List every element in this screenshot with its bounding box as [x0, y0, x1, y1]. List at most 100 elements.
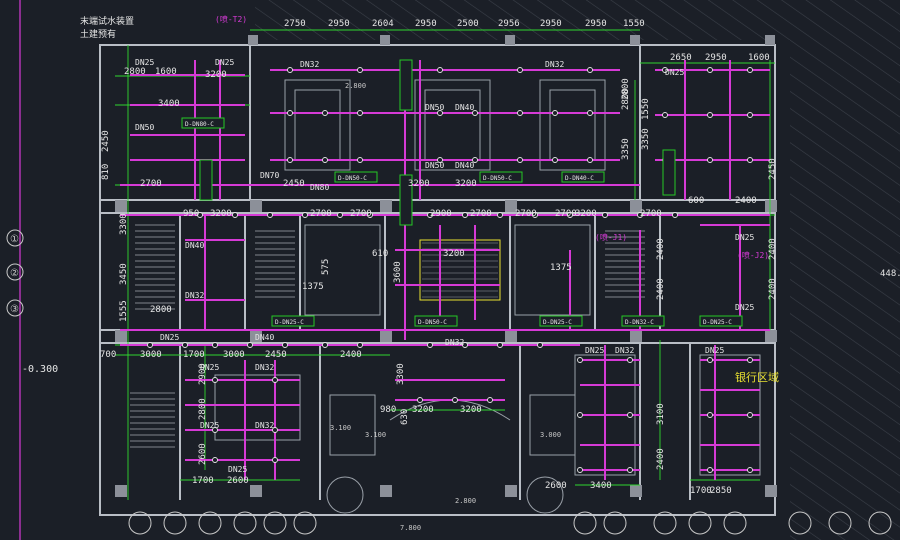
right-col-dim-5: 2400: [735, 196, 757, 206]
top-dim-3: 2604: [372, 19, 394, 29]
right-col-dim-3: 3350: [641, 128, 651, 150]
pipe-label-dn25-k: DN25: [735, 303, 754, 312]
pipe-label-dn50-c: DN50: [135, 123, 154, 132]
left-row-dim-16: 2400: [340, 350, 362, 360]
tag-5: D-DN25-C: [275, 319, 304, 326]
right-col-dim-12: 2400: [656, 448, 666, 470]
left-row-dim-10: 3000: [140, 350, 162, 360]
grid-marker-1: ①: [10, 234, 19, 245]
left-row-dim-3: 3200: [205, 70, 227, 80]
left-row-dim-2: 1600: [155, 67, 177, 77]
left-row-dim-5: 2700: [140, 179, 162, 189]
right-col-dim-14: 3400: [590, 481, 612, 491]
top-dim-6: 2956: [498, 19, 520, 29]
top-dim-7: 2950: [540, 19, 562, 29]
tag-7: D-DN25-C: [543, 319, 572, 326]
top-dim-4: 2950: [415, 19, 437, 29]
pipe-label-dn32-e: DN32: [255, 421, 274, 430]
ref-t2: (喷-T2): [215, 14, 247, 24]
mid-dim-2: 2700: [350, 209, 372, 219]
right-col-dim-11: 3100: [656, 403, 666, 425]
left-col-dim-4: 3450: [119, 263, 129, 285]
pipe-label-dn25-b: DN25: [215, 58, 234, 67]
pipe-label-dn25-f: DN25: [228, 465, 247, 474]
left-row-dim-7: 2700: [310, 209, 332, 219]
left-row-dim-14: 2600: [227, 476, 249, 486]
right-col-dim-16: 2600: [545, 481, 567, 491]
pipe-label-dn40-d: DN40: [255, 333, 274, 342]
right-col-dim-8: 2400: [656, 278, 666, 300]
elev-mark-2: 3.100: [365, 431, 386, 439]
core-dim-9: 3200: [412, 405, 434, 415]
pipe-label-dn25-j: DN25: [735, 233, 754, 242]
core-dim-10: 3200: [460, 405, 482, 415]
pipe-label-dn32-b: DN32: [545, 60, 564, 69]
pipe-label-dn50-a: DN50: [425, 103, 444, 112]
right-col-dim-15: 1700: [690, 486, 712, 496]
stairs-left-2: [255, 230, 295, 300]
pipe-label-dn25-g: DN25: [585, 346, 604, 355]
right-col-dim-13: 2850: [710, 486, 732, 496]
left-col-dim-2: 810: [101, 164, 111, 180]
core-dim-3: 610: [372, 249, 388, 259]
left-col-dim-5: 1555: [119, 300, 129, 322]
left-row-dim-12: 3000: [223, 350, 245, 360]
hatch-top: [255, 0, 900, 40]
mid-dim-9: 3200: [575, 209, 597, 219]
tag-4: D-DN40-C: [565, 175, 594, 182]
elev-mark-1: 3.100: [330, 424, 351, 432]
core-dim-2: 575: [321, 259, 331, 275]
mid-dim-5: 2700: [515, 209, 537, 219]
pipe-label-dn25-a: DN25: [135, 58, 154, 67]
stairs-left: [135, 220, 175, 310]
zone-label: 银行区域: [735, 370, 779, 384]
top-dim-1: 2750: [284, 19, 306, 29]
left-row-dim-8: 3200: [210, 209, 232, 219]
pipe-label-dn32-d: DN32: [255, 363, 274, 372]
left-row-dim-9: 2800: [150, 305, 172, 315]
right-ref-label: 448.1: [880, 269, 900, 279]
left-row-dim-15: 2450: [265, 350, 287, 360]
tag-9: D-DN25-C: [703, 319, 732, 326]
left-col-dim-6: 700: [100, 350, 116, 360]
pipe-label-dn25-e: DN25: [200, 421, 219, 430]
ref-j2: (喷-J2): [737, 250, 769, 260]
elev-mark-5: 7.800: [400, 524, 421, 532]
pipe-label-dn80: DN80: [310, 183, 329, 192]
left-col-dim-9: 2600: [198, 443, 208, 465]
elev-mark-4: 2.800: [455, 497, 476, 505]
stairs-lower: [130, 390, 175, 450]
grid-marker-3: ③: [10, 304, 19, 315]
pipe-label-dn25-c: DN25: [160, 333, 179, 342]
elev-mark-3: 3.000: [540, 431, 561, 439]
pipe-label-dn32-c: DN32: [185, 291, 204, 300]
mid-dim-12: 3350: [621, 138, 631, 160]
tag-8: D-DN32-C: [625, 319, 654, 326]
right-col-dim-2: 1550: [641, 98, 651, 120]
top-dim-5: 2500: [457, 19, 479, 29]
core-dim-5: 3200: [443, 249, 465, 259]
pipe-label-dn70: DN70: [260, 171, 279, 180]
left-row-dim-11: 1700: [183, 350, 205, 360]
right-col-dim-9: 2400: [768, 238, 778, 260]
mid-dim-8: 3200: [408, 179, 430, 189]
tag-1: D-DN80-C: [185, 121, 214, 128]
elevation-label: -0.300: [22, 364, 58, 375]
pipe-label-dn32-g: DN32: [445, 338, 464, 347]
top-right-dim-3: 1600: [748, 53, 770, 63]
right-col-dim-4: 2450: [768, 158, 778, 180]
right-col-dim-6: 600: [688, 196, 704, 206]
header-note-2: 土建预有: [80, 28, 116, 40]
elev-mark-6: 2.800: [345, 82, 366, 90]
core-dim-7: 980: [380, 405, 396, 415]
pipe-label-dn40-b: DN40: [455, 161, 474, 170]
right-col-dim-10: 2400: [768, 278, 778, 300]
left-row-dim-6: 2450: [283, 179, 305, 189]
mid-dim-6: 2700: [555, 209, 577, 219]
left-col-dim-1: 2450: [101, 130, 111, 152]
mid-dim-1: 950: [183, 209, 199, 219]
pipe-label-dn25-i: DN25: [665, 68, 684, 77]
cad-drawing-canvas: 末端试水装置 土建预有 (喷-T2) (喷-J1) (喷-J2) -0.300 …: [6, 0, 900, 540]
left-col-dim-8: 2800: [198, 398, 208, 420]
left-col-dim-3: 3300: [119, 213, 129, 235]
